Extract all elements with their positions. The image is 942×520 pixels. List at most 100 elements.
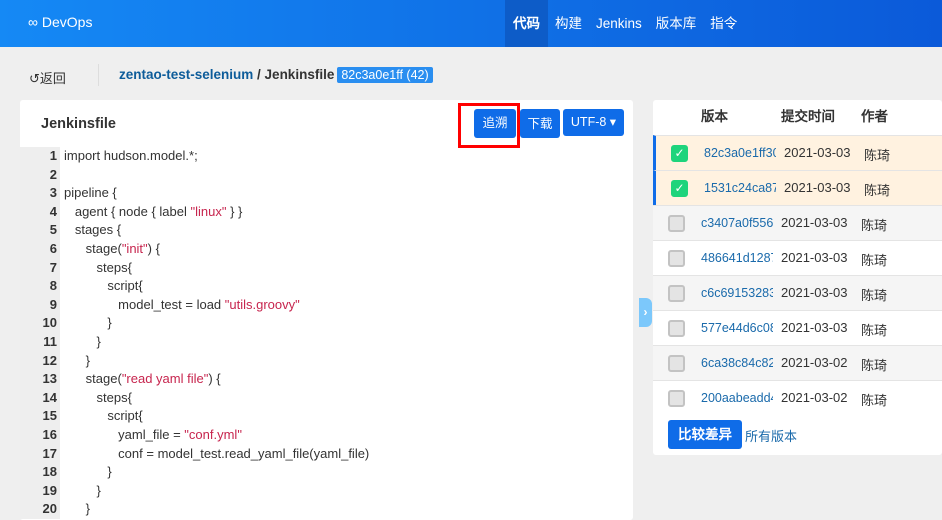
version-row[interactable]: 577e44d6c08 2021-03-03 陈琦 <box>653 310 942 345</box>
version-link[interactable]: 200aabeadd4 <box>701 391 773 405</box>
code-token: stage( <box>64 371 122 387</box>
version-link[interactable]: 486641d1287 <box>701 251 773 265</box>
code-token: yaml_file = <box>64 426 185 442</box>
line-text: stages { <box>60 221 121 240</box>
line-text: pipeline { <box>60 184 117 203</box>
author: 陈琦 <box>861 358 888 373</box>
commit-date: 2021-03-03 <box>781 250 848 265</box>
commit-date: 2021-03-03 <box>781 285 848 300</box>
version-row[interactable]: 6ca38c84c82 2021-03-02 陈琦 <box>653 345 942 380</box>
line-text: script{ <box>60 407 142 426</box>
nav-item[interactable]: Jenkins <box>589 0 649 47</box>
checkbox[interactable] <box>668 285 685 302</box>
version-link[interactable]: c6c69153283 <box>701 286 773 300</box>
line-number: 12 <box>20 351 60 371</box>
author: 陈琦 <box>861 323 888 338</box>
version-link[interactable]: 577e44d6c08 <box>701 321 773 335</box>
code-line: 14 steps{ <box>20 388 633 408</box>
string-literal: "utils.groovy" <box>224 296 300 312</box>
code-token: } <box>64 333 101 349</box>
checkbox[interactable] <box>668 355 685 372</box>
line-text: agent { node { label "linux" } } <box>60 203 243 222</box>
blame-button[interactable]: 追溯 <box>474 109 516 138</box>
line-number: 17 <box>20 444 60 464</box>
code-token: conf = model_test.read_yaml_file(yaml_fi… <box>64 445 370 461</box>
checkbox-checked[interactable]: ✓ <box>671 180 688 197</box>
code-line: 8 script{ <box>20 277 633 296</box>
nav-item[interactable]: 构建 <box>548 0 589 47</box>
line-text: } <box>60 352 90 371</box>
code-token: } <box>64 464 112 480</box>
author: 陈琦 <box>861 218 888 233</box>
checkbox[interactable] <box>668 320 685 337</box>
back-label: 返回 <box>39 71 66 86</box>
breadcrumb-bar: ↺返回 zentao-test-selenium / Jenkinsfile 82… <box>0 64 942 87</box>
code-token: stages { <box>64 222 122 238</box>
commit-date: 2021-03-03 <box>781 215 848 230</box>
checkbox[interactable] <box>668 390 685 407</box>
compare-button[interactable]: 比较差异 <box>668 420 742 449</box>
line-text: stage("init") { <box>60 240 160 259</box>
breadcrumb-separator: / <box>253 67 265 82</box>
code-line: 7 steps{ <box>20 258 633 278</box>
version-row[interactable]: 486641d1287 2021-03-03 陈琦 <box>653 240 942 275</box>
line-text <box>60 166 64 185</box>
collapse-toggle[interactable]: › <box>639 298 652 327</box>
code-token: agent { node { label <box>64 203 191 219</box>
code-line: 20 } <box>20 500 633 519</box>
version-link[interactable]: 1531c24ca87 <box>704 181 776 195</box>
version-link[interactable]: 82c3a0e1ff30 <box>704 146 776 160</box>
line-number: 9 <box>20 295 60 315</box>
line-text: } <box>60 463 112 482</box>
checkbox[interactable] <box>668 215 685 232</box>
line-text: script{ <box>60 277 142 296</box>
nav-item[interactable]: 指令 <box>703 0 744 47</box>
code-line: 16 yaml_file = "conf.yml" <box>20 425 633 445</box>
string-literal: "linux" <box>190 203 227 219</box>
chevron-right-icon: › <box>643 305 648 319</box>
code-token: model_test = load <box>64 296 225 312</box>
version-row[interactable]: c3407a0f5564 2021-03-03 陈琦 <box>653 205 942 240</box>
version-row[interactable]: c6c69153283 2021-03-03 陈琦 <box>653 275 942 310</box>
version-row[interactable]: ✓ 1531c24ca87 2021-03-03 陈琦 <box>653 170 942 205</box>
back-button[interactable]: ↺返回 <box>29 68 66 87</box>
code-line: 12 } <box>20 351 633 371</box>
nav-item[interactable]: 代码 <box>505 0 548 47</box>
line-text: steps{ <box>60 259 132 278</box>
code-line: 13 stage("read yaml file") { <box>20 370 633 389</box>
line-text: stage("read yaml file") { <box>60 370 221 389</box>
versions-panel: 版本 提交时间 作者 ✓ 82c3a0e1ff30 2021-03-03 陈琦 ✓… <box>653 100 942 455</box>
string-literal: "read yaml file" <box>121 371 209 387</box>
code-token: steps{ <box>64 389 132 405</box>
encoding-dropdown[interactable]: UTF-8 ▾ <box>563 109 624 136</box>
code-token: } } <box>226 203 243 219</box>
code-line: 11 } <box>20 332 633 352</box>
commit-date: 2021-03-02 <box>781 355 848 370</box>
code-token: pipeline { <box>64 185 117 201</box>
line-number: 7 <box>20 258 60 278</box>
code-line: 1 import hudson.model.*; <box>20 147 633 166</box>
code-line: 5 stages { <box>20 221 633 240</box>
code-token: ) { <box>147 240 160 256</box>
line-text: } <box>60 482 101 501</box>
divider <box>98 64 99 86</box>
version-link[interactable]: c3407a0f5564 <box>701 216 773 230</box>
line-text: steps{ <box>60 389 132 408</box>
code-line: 6 stage("init") { <box>20 239 633 259</box>
code-token: } <box>64 501 91 517</box>
repo-link[interactable]: zentao-test-selenium <box>119 67 253 82</box>
line-text: } <box>60 500 90 519</box>
nav-item[interactable]: 版本库 <box>649 0 704 47</box>
version-row[interactable]: ✓ 82c3a0e1ff30 2021-03-03 陈琦 <box>653 135 942 170</box>
version-row[interactable]: 200aabeadd4 2021-03-02 陈琦 <box>653 380 942 415</box>
checkbox[interactable] <box>668 250 685 267</box>
line-number: 8 <box>20 277 60 296</box>
download-button[interactable]: 下载 <box>520 109 560 138</box>
checkbox-checked[interactable]: ✓ <box>671 145 688 162</box>
version-link[interactable]: 6ca38c84c82 <box>701 356 773 370</box>
all-versions-link[interactable]: 所有版本 <box>745 426 797 445</box>
code-token: import hudson.model.*; <box>64 148 198 163</box>
string-literal: "init" <box>121 240 148 256</box>
line-number: 13 <box>20 370 60 389</box>
app-logo[interactable]: ∞ DevOps <box>28 14 92 30</box>
